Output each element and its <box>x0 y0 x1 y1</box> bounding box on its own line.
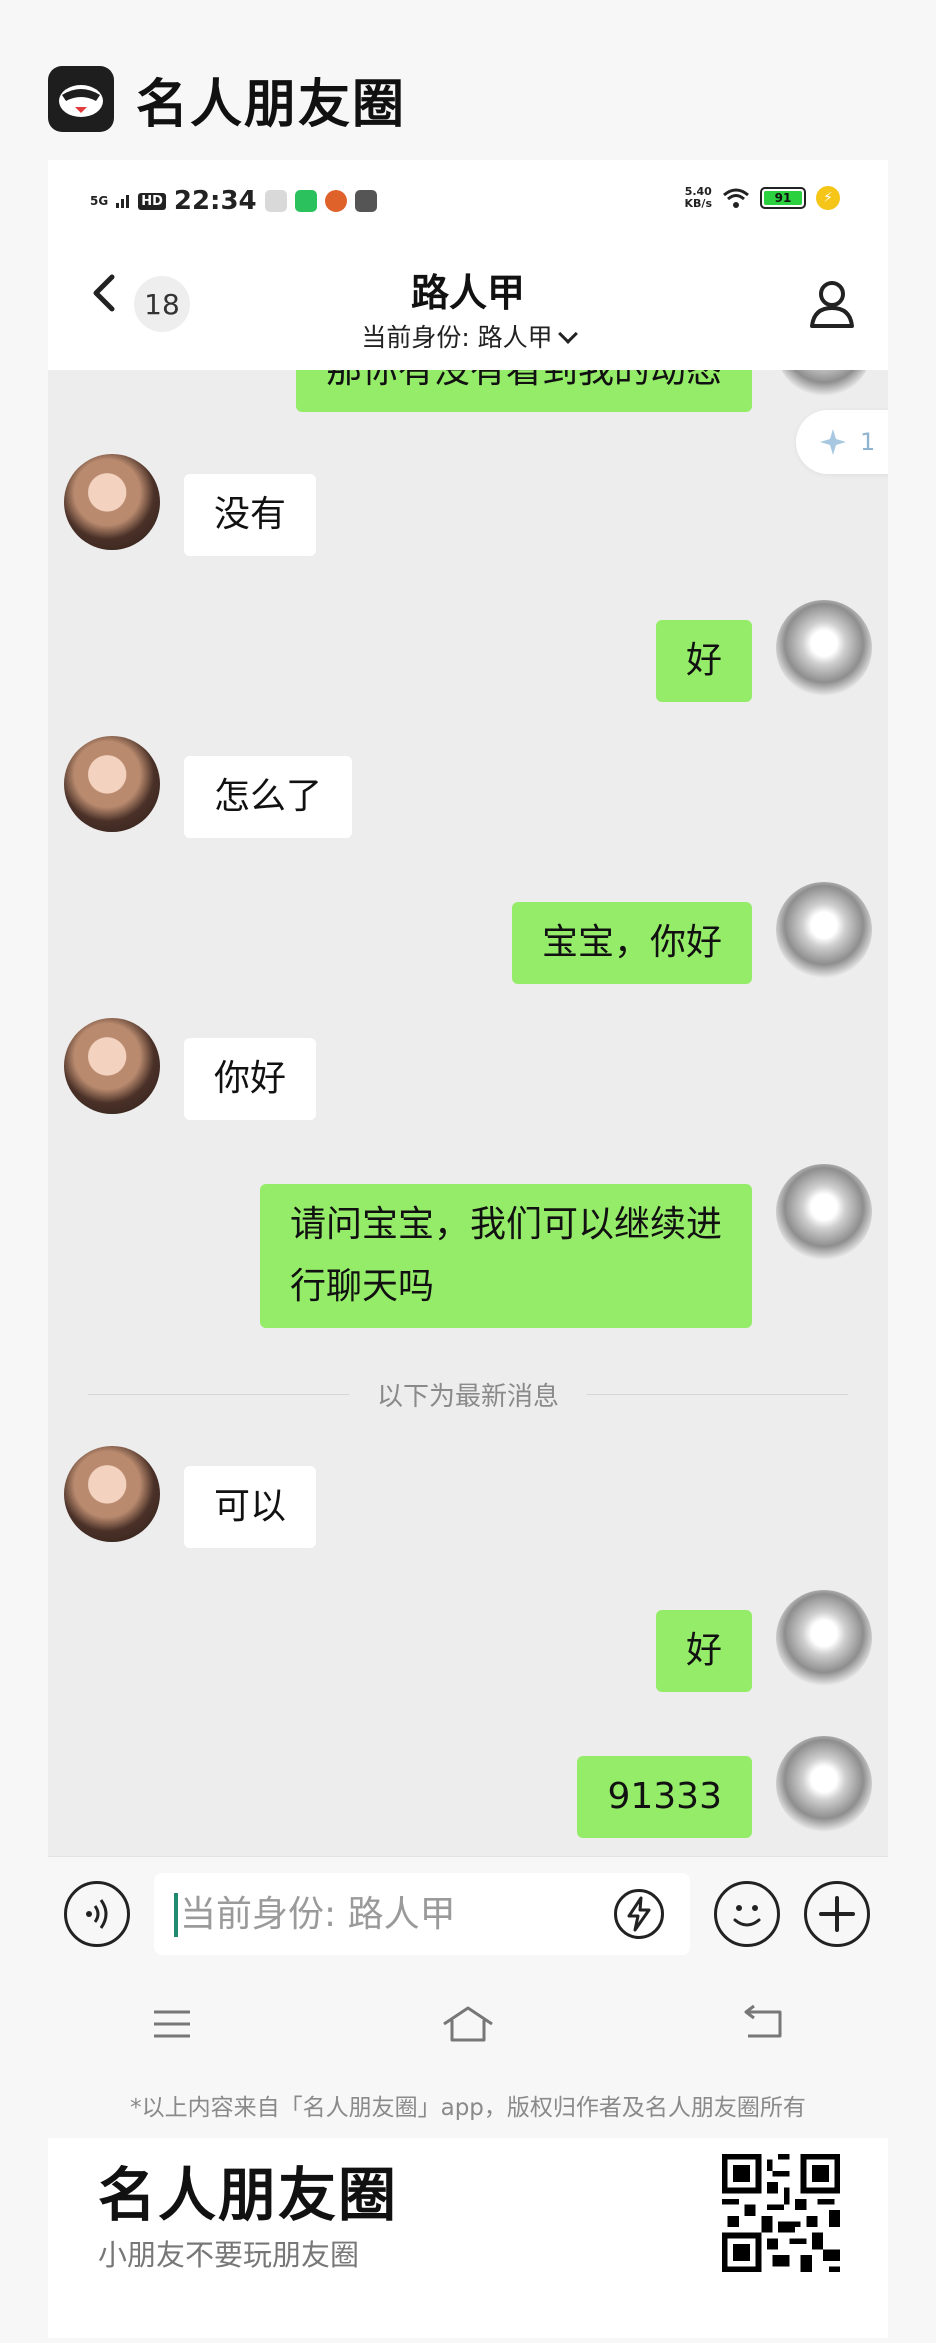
message-input[interactable]: 当前身份: 路人甲 <box>154 1873 690 1955</box>
network-speed: 5.40 KB/s <box>684 185 712 210</box>
contact-avatar[interactable] <box>64 736 160 832</box>
news-notification-icon <box>354 190 377 212</box>
divider-text: 以下为最新消息 <box>377 1381 560 1412</box>
nav-home-button[interactable] <box>438 2002 498 2046</box>
message-bubble[interactable]: 那你有没有看到我的动态 <box>295 370 752 412</box>
hd-badge: HD <box>138 192 166 210</box>
my-avatar[interactable] <box>776 1164 872 1260</box>
chat-notification-icon <box>294 190 317 212</box>
message-bubble[interactable]: 可以 <box>184 1466 317 1548</box>
menu-icon <box>154 2010 190 2038</box>
brand-title: 名人朋友圈 <box>136 74 407 135</box>
battery-icon: 91 <box>760 187 806 209</box>
identity-label: 当前身份: 路人甲 <box>361 323 553 352</box>
message-bubble[interactable]: 怎么了 <box>184 756 353 838</box>
message-bubble[interactable]: 你好 <box>184 1038 317 1120</box>
text-caret <box>174 1893 178 1937</box>
chat-header: 18 路人甲 当前身份: 路人甲 <box>48 232 888 358</box>
message-bubble[interactable]: 请问宝宝，我们可以继续进 行聊天吗 <box>259 1184 752 1328</box>
copyright-note: *以上内容来自「名人朋友圈」app，版权归作者及名人朋友圈所有 <box>130 2095 806 2121</box>
wifi-icon <box>723 188 749 208</box>
voice-icon <box>86 1899 108 1929</box>
clock: 22:34 <box>173 186 257 216</box>
nav-menu-button[interactable] <box>142 2002 202 2046</box>
input-bar: 当前身份: 路人甲 <box>48 1856 888 1972</box>
message-bubble[interactable]: 没有 <box>184 474 317 556</box>
message-bubble[interactable]: 宝宝，你好 <box>511 902 752 984</box>
identity-selector[interactable]: 当前身份: 路人甲 <box>48 318 888 354</box>
message-line: 行聊天吗 <box>289 1266 434 1307</box>
phone-screenshot: 5G HD 22:34 5.40 KB/s 91 ⚡ 18 路人甲 当前身份: … <box>48 160 888 1972</box>
new-messages-divider: 以下为最新消息 <box>88 1374 849 1414</box>
back-icon <box>744 2004 782 2038</box>
home-icon <box>443 2006 493 2042</box>
app-logo-icon <box>48 66 114 132</box>
app-notification-icon <box>264 190 287 212</box>
quick-reply-button[interactable] <box>614 1889 664 1939</box>
emoji-icon <box>733 1905 761 1927</box>
footer-title: 名人朋友圈 <box>98 2161 399 2229</box>
profile-icon <box>810 281 854 328</box>
contact-avatar[interactable] <box>64 454 160 550</box>
badge-count: 1 <box>860 428 876 456</box>
input-placeholder: 当前身份: 路人甲 <box>180 1894 456 1935</box>
contact-avatar[interactable] <box>64 1018 160 1114</box>
battery-level: 91 <box>764 191 802 205</box>
message-line: 请问宝宝，我们可以继续进 <box>289 1204 722 1245</box>
chevron-down-icon <box>557 324 578 344</box>
chat-messages[interactable]: 1 那你有没有看到我的动态 没有 好 怎么了 宝宝，你好 你好 请问宝宝，我们可… <box>48 370 888 1856</box>
my-avatar[interactable] <box>776 370 872 396</box>
my-avatar[interactable] <box>776 1736 872 1832</box>
plus-icon <box>819 1896 855 1932</box>
charging-icon: ⚡ <box>816 186 840 210</box>
message-bubble[interactable]: 91333 <box>577 1756 752 1838</box>
network-indicator: 5G <box>90 194 109 208</box>
lightning-icon <box>627 1896 651 1932</box>
chat-title: 路人甲 <box>410 271 525 315</box>
game-notification-icon <box>324 190 347 212</box>
emoji-button[interactable] <box>714 1881 780 1947</box>
nav-back-button[interactable] <box>734 2002 794 2046</box>
my-avatar[interactable] <box>776 882 872 978</box>
message-bubble[interactable]: 好 <box>655 1610 752 1692</box>
floating-like-badge[interactable]: 1 <box>796 410 888 474</box>
profile-button[interactable] <box>804 276 860 332</box>
status-bar: 5G HD 22:34 5.40 KB/s 91 ⚡ <box>48 160 888 232</box>
sparkle-icon <box>820 429 846 455</box>
signal-icon <box>116 195 130 208</box>
voice-button[interactable] <box>64 1881 130 1947</box>
brand-header: 名人朋友圈 <box>48 66 406 135</box>
message-bubble[interactable]: 好 <box>655 620 752 702</box>
my-avatar[interactable] <box>776 600 872 696</box>
system-nav-bar <box>48 1972 888 2072</box>
qr-code-icon <box>722 2154 840 2272</box>
my-avatar[interactable] <box>776 1590 872 1686</box>
contact-avatar[interactable] <box>64 1446 160 1542</box>
more-button[interactable] <box>804 1881 870 1947</box>
footer-subtitle: 小朋友不要玩朋友圈 <box>98 2238 360 2272</box>
brand-footer: 名人朋友圈 小朋友不要玩朋友圈 <box>48 2138 888 2338</box>
